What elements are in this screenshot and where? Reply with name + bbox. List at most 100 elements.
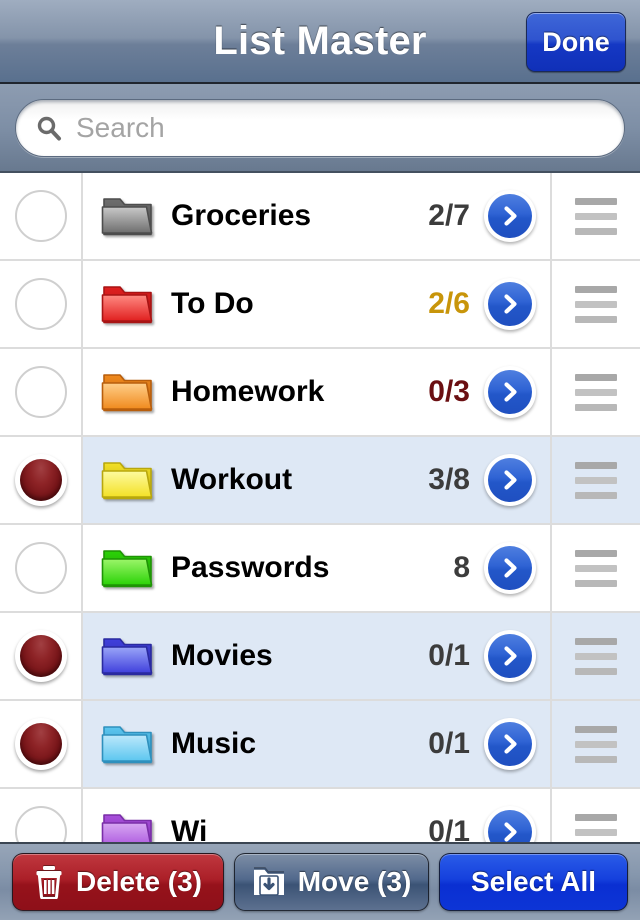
drag-handle[interactable] [550,437,640,523]
search-bar: Search [0,84,640,173]
table-row[interactable]: Passwords 8 [0,525,640,613]
checkbox-checked-icon[interactable] [14,630,67,682]
select-all-button-label: Select All [470,866,596,897]
row-checkbox-cell[interactable] [0,701,83,787]
row-count: 3/8 [428,463,470,496]
drag-handle-bar [575,212,617,220]
folder-icon [101,281,155,327]
row-count: 8 [453,551,470,584]
checkbox-unchecked-icon[interactable] [14,542,67,594]
folder-icon [101,545,155,591]
drag-handle[interactable] [550,261,640,347]
row-title: Homework [171,375,325,408]
row-title: Wi [171,815,208,842]
row-checkbox-cell[interactable] [0,613,83,699]
checkbox-unchecked-icon[interactable] [14,366,67,418]
app-root: List Master Done Search Groceries 2/7 To D… [0,0,640,920]
row-title: Groceries [171,199,312,232]
search-input[interactable]: Search [15,98,625,157]
checkbox-unchecked-icon[interactable] [14,278,67,330]
drag-handle[interactable] [550,173,640,259]
row-count: 2/6 [428,287,470,320]
row-content[interactable]: Homework 0/3 [83,349,550,435]
drag-handle-bar [575,491,617,499]
table-row[interactable]: Music 0/1 [0,701,640,789]
checkbox-checked-icon[interactable] [14,718,67,770]
table-row[interactable]: To Do 2/6 [0,261,640,349]
drag-handle-bar [575,476,617,484]
drag-handle-bar [575,227,617,235]
checkbox-checked-icon[interactable] [14,454,67,506]
folder-icon [101,633,155,679]
drag-handle-bar [575,373,617,381]
row-checkbox-cell[interactable] [0,437,83,523]
folder-icon [101,457,155,503]
folder-icon [101,809,155,842]
drag-handle[interactable] [550,349,640,435]
delete-button[interactable]: Delete (3) [12,853,224,911]
disclosure-chevron-icon[interactable] [484,454,536,506]
drag-handle-bar [575,667,617,675]
navigation-bar: List Master Done [0,0,640,84]
disclosure-chevron-icon[interactable] [484,190,536,242]
row-count: 0/1 [428,639,470,672]
row-title: Music [171,727,257,760]
folder-list[interactable]: Groceries 2/7 To Do 2/6 Homework 0/3 Workout 3/… [0,173,640,842]
drag-handle-bar [575,315,617,323]
row-content[interactable]: Workout 3/8 [83,437,550,523]
table-row[interactable]: Groceries 2/7 [0,173,640,261]
drag-handle-bar [575,549,617,557]
row-checkbox-cell[interactable] [0,789,83,842]
row-title: Passwords [171,551,330,584]
drag-handle-bar [575,755,617,763]
folder-icon [101,193,155,239]
drag-handle-bar [575,285,617,293]
disclosure-chevron-icon[interactable] [484,806,536,842]
row-content[interactable]: To Do 2/6 [83,261,550,347]
row-content[interactable]: Music 0/1 [83,701,550,787]
table-row[interactable]: Movies 0/1 [0,613,640,701]
drag-handle-bar [575,461,617,469]
row-content[interactable]: Movies 0/1 [83,613,550,699]
trash-icon [34,865,64,899]
table-row[interactable]: Workout 3/8 [0,437,640,525]
drag-handle-bar [575,579,617,587]
disclosure-chevron-icon[interactable] [484,366,536,418]
drag-handle-bar [575,637,617,645]
move-button[interactable]: Move (3) [234,853,429,911]
row-content[interactable]: Passwords 8 [83,525,550,611]
disclosure-chevron-icon[interactable] [484,278,536,330]
checkbox-unchecked-icon[interactable] [14,190,67,242]
table-row[interactable]: Homework 0/3 [0,349,640,437]
drag-handle-bar [575,300,617,308]
row-count: 2/7 [428,199,470,232]
row-content[interactable]: Groceries 2/7 [83,173,550,259]
drag-handle[interactable] [550,701,640,787]
done-button[interactable]: Done [526,12,626,72]
row-checkbox-cell[interactable] [0,525,83,611]
drag-handle[interactable] [550,525,640,611]
drag-handle[interactable] [550,613,640,699]
bottom-toolbar: Delete (3) Move (3) Select All [0,842,640,920]
row-checkbox-cell[interactable] [0,349,83,435]
table-row[interactable]: Wi 0/1 [0,789,640,842]
drag-handle-bar [575,813,617,821]
row-count: 0/3 [428,375,470,408]
row-content[interactable]: Wi 0/1 [83,789,550,842]
move-button-label: Move (3) [297,866,412,897]
checkbox-unchecked-icon[interactable] [14,806,67,842]
disclosure-chevron-icon[interactable] [484,630,536,682]
search-placeholder: Search [76,111,165,143]
drag-handle-bar [575,403,617,411]
disclosure-chevron-icon[interactable] [484,542,536,594]
page-title: List Master [213,18,427,63]
row-checkbox-cell[interactable] [0,173,83,259]
folder-icon [101,721,155,767]
folder-download-icon [252,865,286,899]
drag-handle-bar [575,197,617,205]
row-title: Workout [171,463,293,496]
disclosure-chevron-icon[interactable] [484,718,536,770]
drag-handle[interactable] [550,789,640,842]
row-checkbox-cell[interactable] [0,261,83,347]
select-all-button[interactable]: Select All [439,853,628,911]
